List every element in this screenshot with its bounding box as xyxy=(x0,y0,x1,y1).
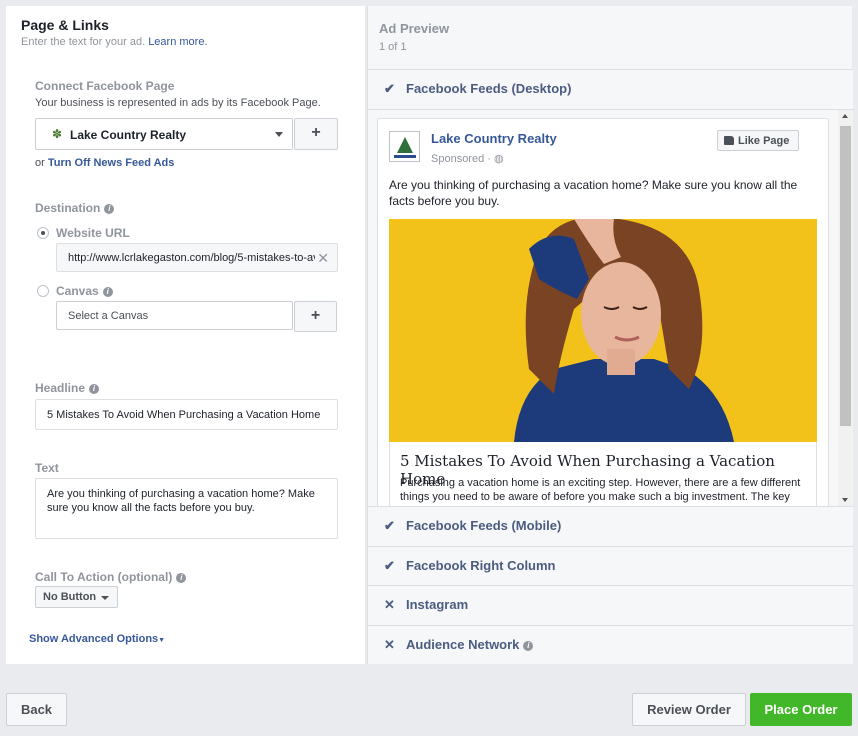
globe-icon: ◍ xyxy=(493,153,504,165)
advanced-options-link[interactable]: Show Advanced Options▼ xyxy=(29,633,165,645)
canvas-label: Canvas i xyxy=(56,284,113,298)
headline-input[interactable]: 5 Mistakes To Avoid When Purchasing a Va… xyxy=(35,399,338,430)
page-logo-icon: ✽ xyxy=(52,127,63,141)
turn-off-news-feed-link[interactable]: Turn Off News Feed Ads xyxy=(48,157,175,169)
info-icon[interactable]: i xyxy=(104,204,115,214)
scroll-down-icon[interactable] xyxy=(842,498,848,502)
page-logo xyxy=(389,131,420,162)
learn-more-link[interactable]: Learn more. xyxy=(148,36,207,48)
canvas-radio[interactable] xyxy=(37,285,49,297)
ad-preview-panel: Ad Preview 1 of 1 ✔ Facebook Feeds (Desk… xyxy=(367,6,853,664)
place-order-button[interactable]: Place Order xyxy=(750,693,852,726)
connect-page-desc: Your business is represented in ads by i… xyxy=(35,97,321,109)
page-links-panel: Page & Links Enter the text for your ad.… xyxy=(6,6,365,664)
chevron-down-icon xyxy=(275,132,283,137)
link-preview[interactable]: 5 Mistakes To Avoid When Purchasing a Va… xyxy=(389,442,817,507)
scroll-thumb[interactable] xyxy=(840,126,851,426)
website-url-value: http://www.lcrlakegaston.com/blog/5-mist… xyxy=(68,252,315,264)
text-textarea[interactable]: Are you thinking of purchasing a vacatio… xyxy=(35,478,338,539)
website-url-radio[interactable] xyxy=(37,227,49,239)
preview-title: Ad Preview xyxy=(379,21,450,36)
preview-post-text: Are you thinking of purchasing a vacatio… xyxy=(389,178,798,208)
triangle-down-icon: ▼ xyxy=(158,637,166,644)
close-icon: ✕ xyxy=(384,637,395,652)
headline-label: Headline i xyxy=(35,381,100,395)
sponsored-label: Sponsored · ◍ xyxy=(431,153,504,165)
back-button[interactable]: Back xyxy=(6,693,67,726)
check-icon: ✔ xyxy=(384,558,395,573)
website-url-input[interactable]: http://www.lcrlakegaston.com/blog/5-mist… xyxy=(56,243,338,272)
text-label: Text xyxy=(35,461,59,475)
selected-page-name: Lake Country Realty xyxy=(70,128,187,142)
connect-page-label: Connect Facebook Page xyxy=(35,79,175,93)
preview-page-name[interactable]: Lake Country Realty xyxy=(431,131,557,146)
info-icon[interactable]: i xyxy=(89,384,100,394)
check-icon: ✔ xyxy=(384,81,395,96)
preview-scroll-area[interactable]: Lake Country Realty Sponsored · ◍ Like P… xyxy=(368,109,853,507)
placement-mobile-feed[interactable]: ✔ Facebook Feeds (Mobile) xyxy=(368,506,853,545)
preview-scrollbar[interactable] xyxy=(838,110,853,507)
info-icon[interactable]: i xyxy=(102,287,113,297)
scroll-up-icon[interactable] xyxy=(842,114,848,118)
check-icon: ✔ xyxy=(384,518,395,533)
website-url-label: Website URL xyxy=(56,226,130,240)
cta-label: Call To Action (optional) i xyxy=(35,570,187,584)
placement-desktop-feed[interactable]: ✔ Facebook Feeds (Desktop) xyxy=(368,69,853,108)
tree-icon xyxy=(397,137,413,153)
info-icon[interactable]: i xyxy=(523,641,534,651)
placement-audience-network[interactable]: ✕ Audience Network i xyxy=(368,625,853,664)
canvas-select[interactable]: Select a Canvas xyxy=(56,301,293,330)
placement-right-column[interactable]: ✔ Facebook Right Column xyxy=(368,546,853,585)
review-order-button[interactable]: Review Order xyxy=(632,693,746,726)
thumbs-up-icon xyxy=(724,136,734,145)
panel-subtitle: Enter the text for your ad. Learn more. xyxy=(21,36,208,48)
clear-icon[interactable]: ✕ xyxy=(317,250,329,267)
info-icon[interactable]: i xyxy=(176,573,187,583)
turn-off-news-feed: or Turn Off News Feed Ads xyxy=(35,157,175,169)
add-page-button[interactable]: + xyxy=(294,118,338,150)
preview-count: 1 of 1 xyxy=(379,41,407,53)
ad-image xyxy=(389,219,817,442)
ad-preview-card: Lake Country Realty Sponsored · ◍ Like P… xyxy=(377,118,829,507)
destination-label: Destination i xyxy=(35,201,115,215)
chevron-down-icon xyxy=(101,596,109,600)
cta-dropdown[interactable]: No Button xyxy=(35,586,118,608)
link-description: Purchasing a vacation home is an excitin… xyxy=(400,477,801,507)
placement-instagram[interactable]: ✕ Instagram xyxy=(368,585,853,624)
add-canvas-button[interactable]: + xyxy=(294,301,337,332)
facebook-page-select[interactable]: ✽ Lake Country Realty xyxy=(35,118,293,150)
close-icon: ✕ xyxy=(384,597,395,612)
like-page-button[interactable]: Like Page xyxy=(717,130,799,151)
canvas-placeholder: Select a Canvas xyxy=(68,310,149,322)
panel-title: Page & Links xyxy=(21,17,109,33)
